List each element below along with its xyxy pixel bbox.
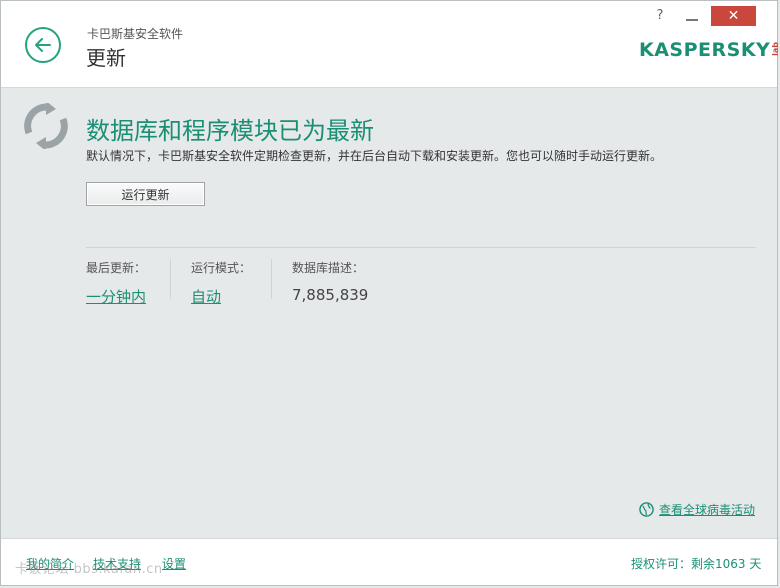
db-records-info: 数据库描述： 7,885,839 [292,259,368,304]
status-description: 默认情况下，卡巴斯基安全软件定期检查更新，并在后台自动下载和安装更新。您也可以随… [86,149,663,163]
info-separator [271,259,272,299]
db-records-label: 数据库描述： [292,261,365,275]
section-divider [86,247,756,248]
close-icon[interactable]: ✕ [711,6,756,26]
settings-link[interactable]: 设置 [162,555,186,572]
product-name: 卡巴斯基安全软件 [87,27,184,41]
globe-icon [639,502,654,517]
minimize-icon[interactable] [681,8,703,24]
sync-icon [24,103,68,149]
run-mode-info: 运行模式： 自动 [191,259,251,307]
page-title: 更新 [86,46,126,70]
license-status[interactable]: 授权许可：剩余1063 天 [631,555,761,572]
run-mode-link[interactable]: 自动 [191,286,251,307]
status-title: 数据库和程序模块已为最新 [86,117,374,145]
watermark: 卡饭论坛 bbs.kafan.cn [15,562,163,577]
run-update-button[interactable]: 运行更新 [86,182,205,206]
back-arrow-icon [35,38,51,52]
header-bar: 卡巴斯基安全软件 更新 ? ✕ KASPERSKY lab [1,1,780,88]
last-update-label: 最后更新： [86,261,147,275]
run-mode-label: 运行模式： [191,261,252,275]
last-update-link[interactable]: 一分钟内 [86,286,146,307]
back-button[interactable] [25,27,61,63]
global-virus-activity-link[interactable]: 查看全球病毒活动 [639,501,755,518]
kaspersky-logo: KASPERSKY lab [639,39,780,65]
logo-lab: lab [771,42,780,56]
last-update-info: 最后更新： 一分钟内 [86,259,146,307]
help-icon[interactable]: ? [651,8,669,26]
logo-text: KASPERSKY [639,39,771,61]
global-virus-activity-label[interactable]: 查看全球病毒活动 [659,501,755,518]
info-separator [170,259,171,299]
db-records-value: 7,885,839 [292,286,369,304]
app-window: 卡巴斯基安全软件 更新 ? ✕ KASPERSKY lab 数据库和程序模块已为… [0,0,780,586]
